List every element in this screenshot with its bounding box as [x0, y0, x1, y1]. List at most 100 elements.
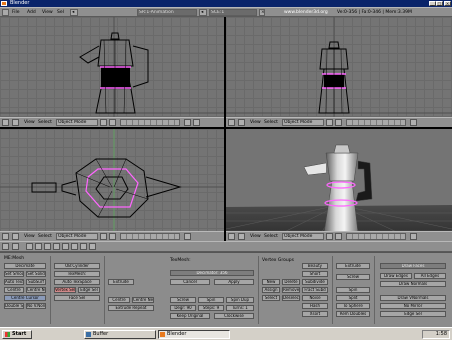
view-menu[interactable]: View	[24, 233, 35, 240]
draw-faces-toggle[interactable]: Draw Faces	[380, 263, 446, 269]
pivot-icon[interactable]	[109, 233, 116, 240]
shape-button[interactable]: Extrude Repeat	[108, 305, 154, 311]
window-type-icon[interactable]	[2, 9, 9, 16]
view-type-icon[interactable]	[2, 233, 9, 240]
split-button[interactable]: Split	[336, 295, 370, 301]
vg-select-button[interactable]: Select	[262, 295, 280, 301]
select-menu[interactable]: Select	[38, 233, 52, 240]
cancel-button[interactable]: Cancel	[170, 279, 210, 285]
edge-sel-button[interactable]: Edge Sel	[78, 287, 100, 293]
pivot-icon[interactable]	[335, 119, 342, 126]
decimator-slider[interactable]: Decimator: 356	[170, 270, 254, 276]
lock-icon[interactable]	[184, 119, 191, 126]
draw-edges-toggle[interactable]: Draw Edges	[380, 273, 412, 279]
taskbar-item-buffer[interactable]: Buffer	[84, 330, 156, 339]
view-icon[interactable]	[12, 243, 19, 250]
spin-tool-button[interactable]: Spin	[336, 287, 370, 293]
subdivide-button[interactable]: Subdivide	[302, 279, 328, 285]
subsurf-button[interactable]: SubSurf	[26, 279, 46, 285]
minimize-button[interactable]: _	[429, 1, 436, 6]
view-type-icon[interactable]	[2, 119, 9, 126]
rem-doubles-button[interactable]: Rem Doubles	[336, 311, 370, 317]
menu-toggle-icon[interactable]	[12, 233, 19, 240]
clockwise-toggle[interactable]: Clockwise	[214, 313, 254, 319]
view-menu[interactable]: View	[250, 119, 261, 126]
draw-type-icon[interactable]	[100, 233, 107, 240]
face-sel-button[interactable]: Face Sel	[54, 295, 100, 301]
taskbar-item-blender[interactable]: Blender	[158, 330, 230, 339]
keep-original-toggle[interactable]: Keep Original	[170, 313, 210, 319]
script-icon[interactable]	[80, 243, 87, 250]
spin-button[interactable]: Spin	[198, 297, 224, 303]
scene-browse-button[interactable]: ◂	[199, 9, 207, 16]
centre-new-small-button[interactable]: Centre New	[132, 297, 154, 303]
material-icon[interactable]	[35, 243, 42, 250]
turns-field[interactable]: Turns: 1	[226, 305, 254, 311]
start-button[interactable]: Start	[2, 330, 32, 339]
close-button[interactable]: ×	[444, 1, 451, 6]
mode-select[interactable]: Object Mode	[282, 119, 324, 126]
apply-button[interactable]: Apply	[214, 279, 254, 285]
layer-buttons[interactable]	[120, 119, 180, 126]
draw-type-icon[interactable]	[100, 119, 107, 126]
mode-select[interactable]: Object Mode	[282, 233, 324, 240]
vg-delete-button[interactable]: Delete	[282, 279, 300, 285]
vg-deselect-button[interactable]: Deselect	[282, 295, 300, 301]
edge-sel-mode[interactable]: Edge Sel	[380, 311, 446, 317]
viewport-camera[interactable]: View Select Object Mode	[226, 129, 452, 241]
view-type-icon[interactable]	[228, 119, 235, 126]
decimate-button[interactable]: Decimate	[4, 263, 46, 269]
menu-file[interactable]: File	[12, 9, 20, 16]
lock-icon[interactable]	[410, 119, 417, 126]
all-edges-toggle[interactable]: All Edges	[414, 273, 446, 279]
extrude-button[interactable]: Extrude	[108, 279, 134, 285]
screw-button[interactable]: Screw	[170, 297, 196, 303]
auto-smooth-button[interactable]: Auto TexSpace	[54, 279, 100, 285]
menu-select[interactable]: Sel	[57, 9, 64, 16]
mode-select[interactable]: Object Mode	[56, 233, 98, 240]
viewport-front[interactable]: View Select Object Mode	[0, 17, 224, 127]
xsort-button[interactable]: Xsort	[302, 311, 328, 317]
no-mirror-toggle[interactable]: No Mirror	[380, 303, 446, 309]
extrude-tool-button[interactable]: Extrude	[336, 263, 370, 269]
lock-icon[interactable]	[410, 233, 417, 240]
fract-subd-button[interactable]: Fract Subd	[302, 287, 328, 293]
pivot-icon[interactable]	[335, 233, 342, 240]
vertex-sel-button[interactable]: Vertex Sel	[54, 287, 76, 293]
vg-new-button[interactable]: New	[262, 279, 280, 285]
tex-mesh-field[interactable]: TexMesh:	[54, 271, 100, 277]
centre-cursor-button[interactable]: Centre Cursor	[4, 295, 46, 301]
menu-toggle-icon[interactable]	[238, 119, 245, 126]
spin-dup-button[interactable]: Spin Dup	[226, 297, 254, 303]
lock-icon[interactable]	[184, 233, 191, 240]
buttons-type-icon[interactable]	[2, 243, 9, 250]
hash-button[interactable]: Hash	[302, 303, 328, 309]
select-menu[interactable]: Select	[38, 119, 52, 126]
mode-select[interactable]: Object Mode	[56, 119, 98, 126]
maximize-button[interactable]: □	[436, 1, 443, 6]
animation-icon[interactable]	[53, 243, 60, 250]
select-menu[interactable]: Select	[264, 233, 278, 240]
layer-buttons[interactable]	[346, 119, 406, 126]
draw-vnormals-toggle[interactable]: Draw VNormals	[380, 295, 446, 301]
select-menu[interactable]: Select	[264, 119, 278, 126]
degr-field[interactable]: Degr: 90	[170, 305, 196, 311]
draw-type-icon[interactable]	[326, 119, 333, 126]
short-toggle[interactable]: Short	[302, 271, 328, 277]
render-settings-icon[interactable]	[89, 243, 96, 250]
menu-toggle-icon[interactable]	[12, 119, 19, 126]
set-smooth-button[interactable]: Set Smooth	[4, 271, 24, 277]
menu-view[interactable]: View	[42, 9, 53, 16]
render-icon[interactable]	[193, 119, 200, 126]
auto-texspace-button[interactable]: Auto TexSpace	[4, 279, 24, 285]
menu-toggle-icon[interactable]	[238, 233, 245, 240]
scene-field[interactable]: SCE:1	[209, 9, 257, 16]
scene-close-icon[interactable]: ×	[259, 9, 265, 16]
screen-field[interactable]: SR:1-Animation	[137, 9, 197, 16]
no-vnormal-flip-button[interactable]: No V.Normal Flip	[26, 303, 46, 309]
draw-normals-toggle[interactable]: Draw Normals	[380, 281, 446, 287]
to-sphere-button[interactable]: To Sphere	[336, 303, 370, 309]
world-icon[interactable]	[62, 243, 69, 250]
lamp-icon[interactable]	[26, 243, 33, 250]
view-menu[interactable]: View	[250, 233, 261, 240]
